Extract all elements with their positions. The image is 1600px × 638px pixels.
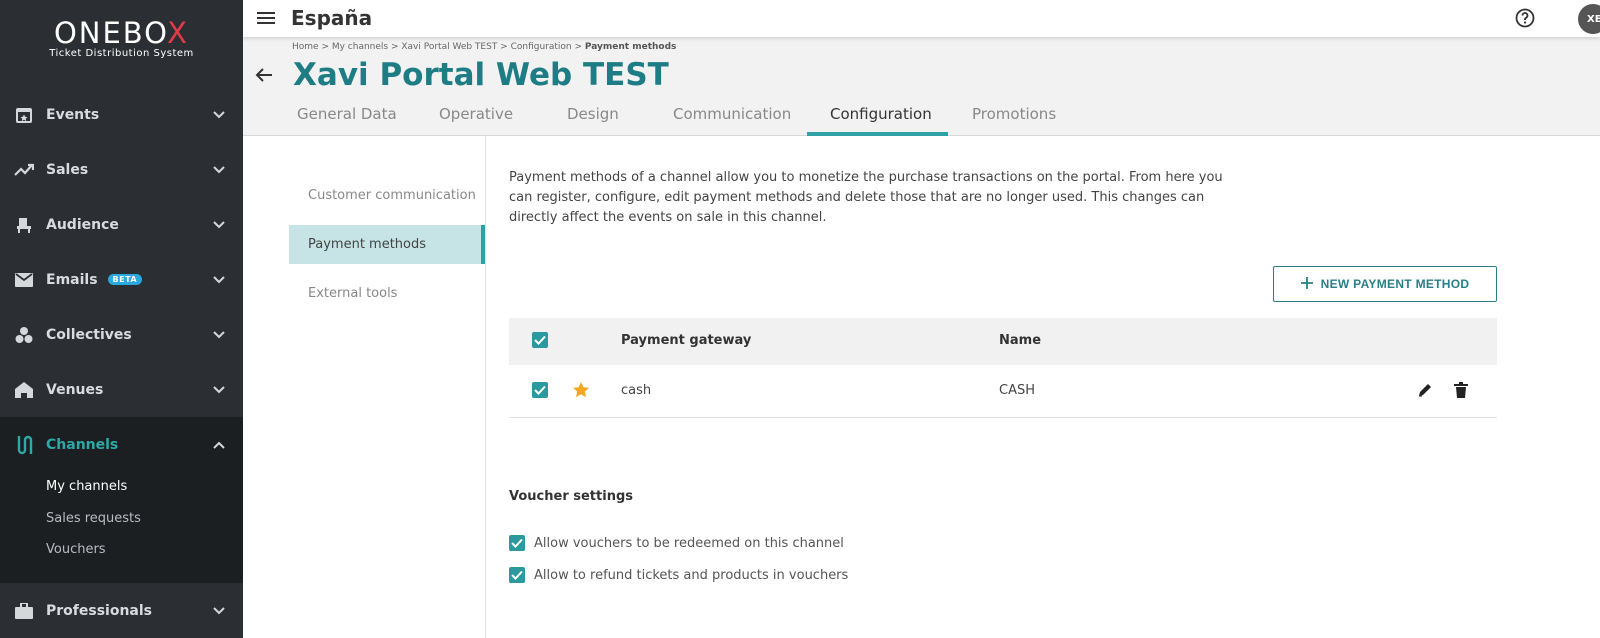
sidebar-item-emails[interactable]: Emails BETA — [0, 252, 243, 307]
sidebar-item-label: Channels — [46, 436, 119, 453]
mail-icon — [14, 270, 34, 290]
table-row[interactable]: cash CASH — [509, 365, 1497, 418]
voucher-refund-checkbox[interactable] — [509, 567, 525, 583]
tab-communication[interactable]: Communication — [673, 105, 791, 123]
voucher-settings-title: Voucher settings — [509, 489, 633, 504]
subnav-divider — [485, 136, 486, 638]
channels-submenu: My channels Sales requests Vouchers — [0, 471, 243, 583]
beta-badge: BETA — [107, 274, 143, 285]
sidebar-item-events[interactable]: Events — [0, 87, 243, 142]
chevron-down-icon — [213, 382, 225, 398]
tab-design[interactable]: Design — [567, 105, 619, 123]
sidebar-item-label: Audience — [46, 216, 119, 233]
trending-up-icon — [14, 160, 34, 180]
user-avatar[interactable]: XE — [1578, 4, 1600, 34]
column-header-payment-gateway[interactable]: Payment gateway — [621, 333, 751, 348]
seat-icon — [14, 215, 34, 235]
sidebar-subitem-my-channels[interactable]: My channels — [46, 479, 127, 494]
chevron-down-icon — [213, 327, 225, 343]
sidebar: ONEBOX Ticket Distribution System Events… — [0, 0, 243, 638]
voucher-refund-label: Allow to refund tickets and products in … — [534, 567, 849, 583]
tab-operative[interactable]: Operative — [439, 105, 513, 123]
sidebar-item-audience[interactable]: Audience — [0, 197, 243, 252]
breadcrumb-current: Payment methods — [584, 42, 677, 52]
brand-tagline: Ticket Distribution System — [49, 48, 194, 59]
sidebar-item-label: Sales — [46, 161, 89, 178]
new-payment-method-button[interactable]: NEW PAYMENT METHOD — [1273, 266, 1497, 302]
sidebar-item-collectives[interactable]: Collectives — [0, 307, 243, 362]
cell-name: CASH — [999, 383, 1035, 398]
brand-x: X — [167, 16, 190, 50]
edit-pencil-icon[interactable] — [1417, 382, 1433, 402]
sidebar-item-label: Professionals — [46, 602, 152, 619]
table-header: Payment gateway Name — [509, 318, 1497, 365]
tab-promotions[interactable]: Promotions — [972, 105, 1056, 123]
country-selector[interactable]: España — [291, 6, 372, 30]
sidebar-subitem-sales-requests[interactable]: Sales requests — [46, 511, 141, 526]
delete-trash-icon[interactable] — [1454, 382, 1468, 402]
brand-name: ONEBO — [53, 16, 168, 50]
cell-payment-gateway: cash — [621, 383, 652, 398]
help-icon[interactable] — [1515, 8, 1535, 32]
tab-configuration[interactable]: Configuration — [830, 105, 932, 123]
chevron-down-icon — [213, 217, 225, 233]
voucher-redeem-label: Allow vouchers to be redeemed on this ch… — [534, 535, 844, 551]
hamburger-menu-icon[interactable] — [257, 10, 275, 29]
page-header: Home > My channels > Xavi Portal Web TES… — [243, 37, 1600, 136]
sidebar-item-label: Venues — [46, 381, 104, 398]
column-header-name[interactable]: Name — [999, 333, 1041, 348]
breadcrumb-path[interactable]: Home > My channels > Xavi Portal Web TES… — [292, 42, 585, 52]
chevron-up-icon — [213, 437, 225, 453]
page-title: Xavi Portal Web TEST — [293, 57, 669, 93]
chevron-down-icon — [213, 107, 225, 123]
chevron-down-icon — [213, 272, 225, 288]
sidebar-item-channels[interactable]: Channels — [0, 417, 243, 472]
subnav-payment-methods[interactable]: Payment methods — [289, 225, 485, 264]
plus-icon — [1300, 276, 1313, 292]
payment-methods-description: Payment methods of a channel allow you t… — [509, 170, 1223, 225]
active-tab-indicator — [807, 132, 948, 136]
briefcase-icon — [14, 601, 34, 621]
channels-icon — [14, 435, 34, 455]
sidebar-subitem-vouchers[interactable]: Vouchers — [46, 542, 106, 557]
voucher-refund-option[interactable]: Allow to refund tickets and products in … — [509, 567, 848, 583]
chevron-down-icon — [213, 603, 225, 619]
venue-icon — [14, 380, 34, 400]
back-arrow-icon[interactable] — [255, 67, 273, 87]
sidebar-item-sales[interactable]: Sales — [0, 142, 243, 197]
sidebar-item-label: Collectives — [46, 326, 132, 343]
subnav-external-tools[interactable]: External tools — [289, 274, 485, 313]
subnav-customer-communication[interactable]: Customer communication — [289, 176, 485, 215]
chevron-down-icon — [213, 162, 225, 178]
voucher-redeem-option[interactable]: Allow vouchers to be redeemed on this ch… — [509, 535, 844, 551]
row-checkbox[interactable] — [532, 382, 548, 398]
sidebar-item-label: Emails — [46, 271, 98, 288]
group-icon — [14, 325, 34, 345]
voucher-redeem-checkbox[interactable] — [509, 535, 525, 551]
calendar-star-icon — [14, 105, 34, 125]
sidebar-item-venues[interactable]: Venues — [0, 362, 243, 417]
sidebar-item-professionals[interactable]: Professionals — [0, 583, 243, 638]
sidebar-item-label: Events — [46, 106, 100, 123]
top-bar: España XE — [243, 0, 1600, 37]
new-payment-method-label: NEW PAYMENT METHOD — [1320, 277, 1470, 291]
default-star-icon[interactable] — [572, 381, 590, 403]
tab-general-data[interactable]: General Data — [297, 105, 397, 123]
brand-logo[interactable]: ONEBOX Ticket Distribution System — [0, 16, 243, 59]
select-all-checkbox[interactable] — [532, 332, 548, 348]
breadcrumb: Home > My channels > Xavi Portal Web TES… — [292, 42, 676, 52]
